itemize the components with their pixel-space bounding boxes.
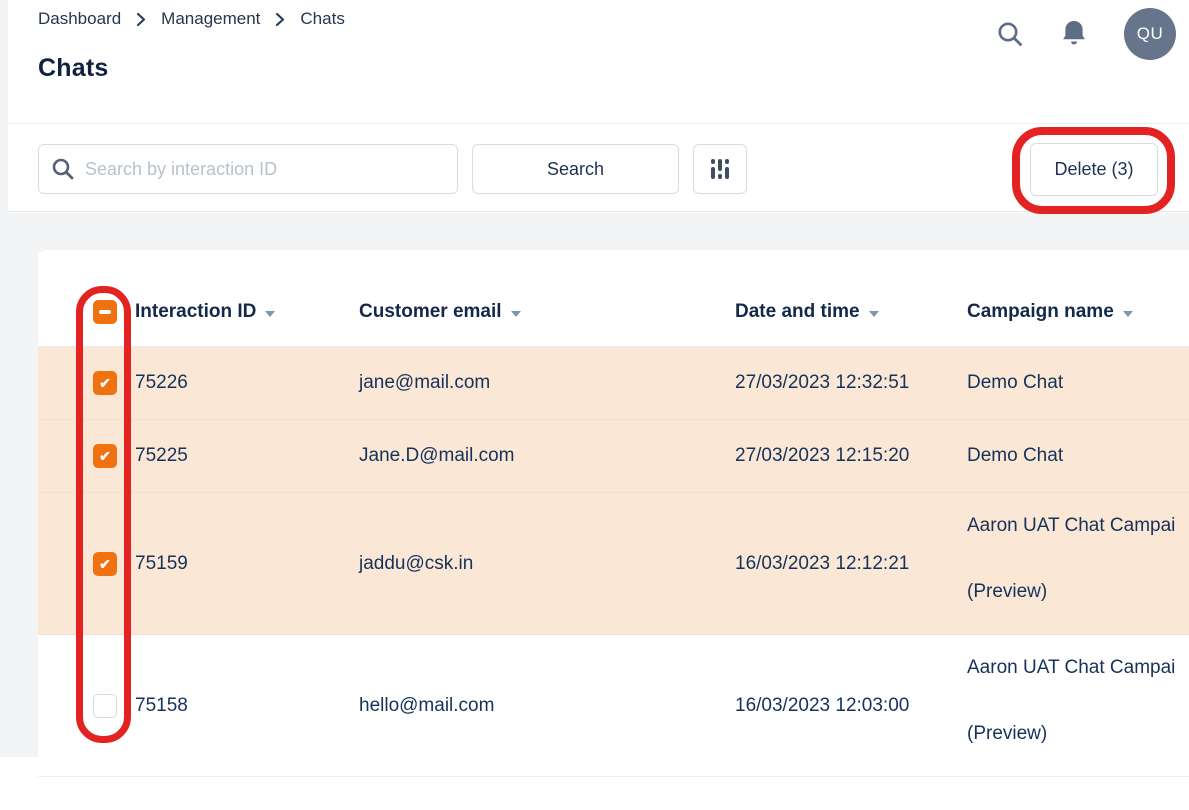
row-checkbox[interactable] xyxy=(93,371,117,395)
left-gutter xyxy=(0,0,8,757)
cell-interaction-id: 75225 xyxy=(135,445,188,467)
column-header-label: Campaign name xyxy=(967,301,1114,323)
caret-down-icon xyxy=(869,311,879,317)
avatar[interactable]: QU xyxy=(1124,8,1176,60)
chevron-right-icon xyxy=(136,12,146,27)
cell-customer-email: hello@mail.com xyxy=(359,695,494,717)
content-area: Interaction ID Customer email Date and t… xyxy=(0,213,1189,757)
chats-table-card: Interaction ID Customer email Date and t… xyxy=(38,250,1189,810)
select-all-checkbox[interactable] xyxy=(93,300,117,324)
chevron-right-icon xyxy=(275,12,285,27)
column-header-customer-email[interactable]: Customer email xyxy=(359,300,521,324)
table-row[interactable]: 75158 hello@mail.com 16/03/2023 12:03:00… xyxy=(38,635,1189,777)
breadcrumb-chats[interactable]: Chats xyxy=(300,9,344,29)
sliders-icon xyxy=(709,157,731,181)
row-checkbox[interactable] xyxy=(93,444,117,468)
cell-datetime: 27/03/2023 12:15:20 xyxy=(735,445,909,467)
column-header-date-and-time[interactable]: Date and time xyxy=(735,300,879,324)
cell-interaction-id: 75158 xyxy=(135,695,188,717)
table-body: 75226 jane@mail.com 27/03/2023 12:32:51 … xyxy=(38,347,1189,777)
cell-campaign: Aaron UAT Chat Campai(Preview) xyxy=(967,515,1175,603)
column-header-label: Customer email xyxy=(359,301,502,323)
search-icon[interactable] xyxy=(996,20,1024,48)
table-header-row: Interaction ID Customer email Date and t… xyxy=(38,250,1189,347)
table-row[interactable]: 75159 jaddu@csk.in 16/03/2023 12:12:21 A… xyxy=(38,493,1189,635)
cell-interaction-id: 75159 xyxy=(135,553,188,575)
column-header-label: Date and time xyxy=(735,301,860,323)
cell-campaign: Demo Chat xyxy=(967,372,1063,394)
breadcrumb-management[interactable]: Management xyxy=(161,9,260,29)
row-checkbox[interactable] xyxy=(93,694,117,718)
page-title: Chats xyxy=(38,54,108,83)
toolbar: Search Delete (3) xyxy=(0,125,1189,212)
breadcrumb-dashboard[interactable]: Dashboard xyxy=(38,9,121,29)
cell-customer-email: jaddu@csk.in xyxy=(359,553,473,575)
delete-button[interactable]: Delete (3) xyxy=(1030,143,1158,196)
search-icon xyxy=(51,157,75,181)
breadcrumb: Dashboard Management Chats xyxy=(38,9,345,29)
cell-customer-email: Jane.D@mail.com xyxy=(359,445,515,467)
cell-datetime: 16/03/2023 12:12:21 xyxy=(735,553,909,575)
caret-down-icon xyxy=(511,311,521,317)
cell-datetime: 16/03/2023 12:03:00 xyxy=(735,695,909,717)
column-header-campaign-name[interactable]: Campaign name xyxy=(967,300,1133,324)
caret-down-icon xyxy=(265,311,275,317)
page-header: Dashboard Management Chats Chats QU xyxy=(0,0,1189,124)
cell-interaction-id: 75226 xyxy=(135,372,188,394)
row-checkbox[interactable] xyxy=(93,552,117,576)
filter-button[interactable] xyxy=(693,144,747,194)
column-header-interaction-id[interactable]: Interaction ID xyxy=(135,300,275,324)
bell-icon[interactable] xyxy=(1061,19,1087,49)
cell-campaign: Aaron UAT Chat Campai(Preview) xyxy=(967,657,1175,745)
cell-campaign: Demo Chat xyxy=(967,445,1063,467)
column-header-label: Interaction ID xyxy=(135,301,256,323)
table-row[interactable]: 75226 jane@mail.com 27/03/2023 12:32:51 … xyxy=(38,347,1189,420)
table-row[interactable]: 75225 Jane.D@mail.com 27/03/2023 12:15:2… xyxy=(38,420,1189,493)
caret-down-icon xyxy=(1123,311,1133,317)
search-box xyxy=(38,144,458,194)
search-input[interactable] xyxy=(85,159,445,180)
cell-datetime: 27/03/2023 12:32:51 xyxy=(735,372,909,394)
search-button[interactable]: Search xyxy=(472,144,679,194)
cell-customer-email: jane@mail.com xyxy=(359,372,490,394)
